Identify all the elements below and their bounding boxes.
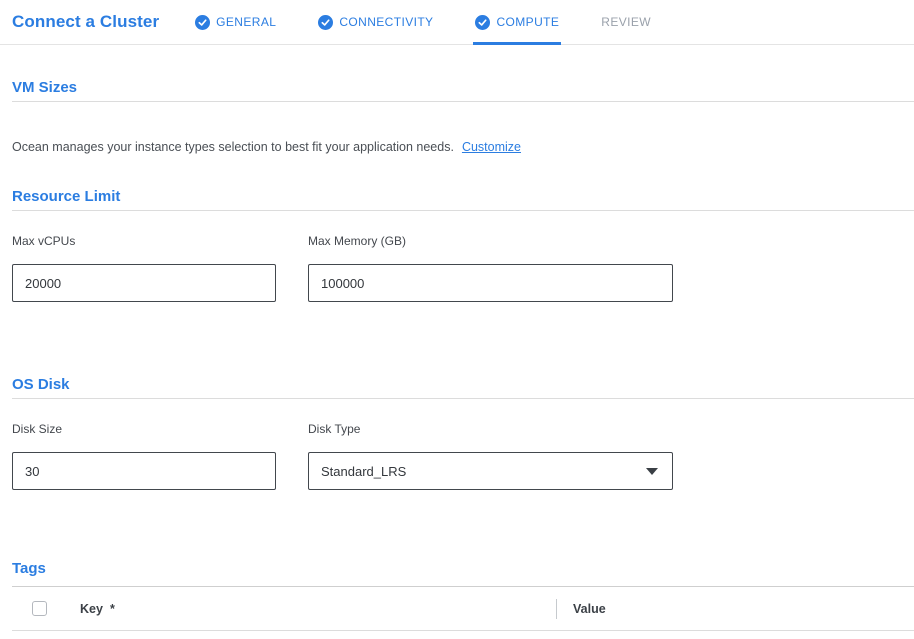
compute-step-content: VM Sizes Ocean manages your instance typ… xyxy=(12,79,914,631)
max-memory-field-group: Max Memory (GB) xyxy=(308,234,673,302)
tags-select-all-checkbox[interactable] xyxy=(32,601,47,616)
disk-type-field-group: Disk Type Standard_LRS xyxy=(308,422,673,490)
disk-type-select[interactable]: Standard_LRS xyxy=(308,452,673,490)
tab-compute[interactable]: COMPUTE xyxy=(473,0,561,44)
tags-heading: Tags xyxy=(12,560,914,577)
tab-review-label: REVIEW xyxy=(601,15,651,29)
resource-limit-fields: Max vCPUs Max Memory (GB) xyxy=(12,234,914,302)
page-title: Connect a Cluster xyxy=(12,12,159,32)
wizard-header: Connect a Cluster GENERAL xyxy=(0,0,914,45)
section-divider xyxy=(12,101,914,102)
max-vcpus-input[interactable] xyxy=(12,264,276,302)
connect-cluster-page: Connect a Cluster GENERAL xyxy=(0,0,914,639)
wizard-steps: GENERAL CONNECTIVITY C xyxy=(193,0,691,44)
disk-size-input[interactable] xyxy=(12,452,276,490)
max-memory-label: Max Memory (GB) xyxy=(308,234,673,248)
disk-type-selected-value: Standard_LRS xyxy=(321,464,406,479)
check-circle-icon xyxy=(318,15,333,30)
required-marker: * xyxy=(110,602,115,616)
resource-limit-heading: Resource Limit xyxy=(12,188,914,205)
customize-link[interactable]: Customize xyxy=(462,140,521,154)
chevron-down-icon xyxy=(646,468,658,475)
tab-general-label: GENERAL xyxy=(216,15,276,29)
column-separator xyxy=(556,599,557,619)
tab-general[interactable]: GENERAL xyxy=(193,0,278,44)
max-vcpus-field-group: Max vCPUs xyxy=(12,234,276,302)
disk-size-field-group: Disk Size xyxy=(12,422,276,490)
os-disk-heading: OS Disk xyxy=(12,376,914,393)
tags-table-header-row: Key * Value xyxy=(12,587,914,631)
vm-sizes-description: Ocean manages your instance types select… xyxy=(12,140,454,154)
tab-compute-label: COMPUTE xyxy=(496,15,559,29)
value-column-title: Value xyxy=(573,602,606,616)
tab-connectivity[interactable]: CONNECTIVITY xyxy=(316,0,435,44)
max-memory-input[interactable] xyxy=(308,264,673,302)
tags-select-all-cell xyxy=(12,601,80,616)
os-disk-fields: Disk Size Disk Type Standard_LRS xyxy=(12,422,914,490)
check-circle-icon xyxy=(195,15,210,30)
vm-sizes-heading: VM Sizes xyxy=(12,79,914,96)
tags-key-column-header: Key * xyxy=(80,602,556,616)
disk-type-label: Disk Type xyxy=(308,422,673,436)
tab-connectivity-label: CONNECTIVITY xyxy=(339,15,433,29)
tab-review[interactable]: REVIEW xyxy=(599,0,653,44)
section-divider xyxy=(12,210,914,211)
check-circle-icon xyxy=(475,15,490,30)
max-vcpus-label: Max vCPUs xyxy=(12,234,276,248)
section-divider xyxy=(12,398,914,399)
disk-size-label: Disk Size xyxy=(12,422,276,436)
key-column-title: Key xyxy=(80,602,103,616)
vm-sizes-description-row: Ocean manages your instance types select… xyxy=(12,140,914,154)
active-tab-indicator xyxy=(473,42,561,45)
